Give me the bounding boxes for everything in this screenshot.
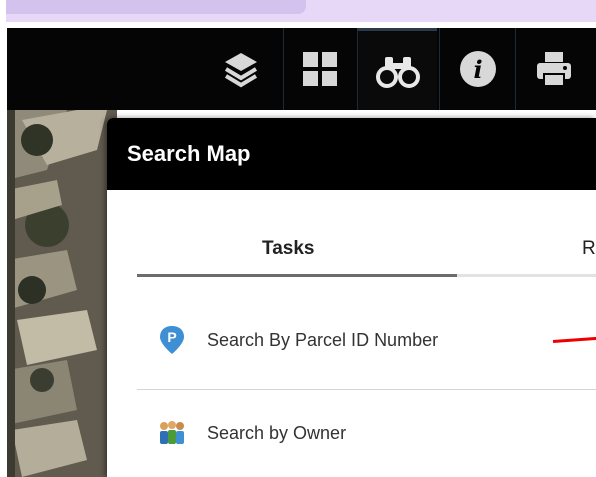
task-label: Search by Owner (207, 422, 347, 443)
print-icon (537, 52, 571, 87)
aerial-imagery (7, 110, 117, 477)
parcel-pin-icon: P (157, 325, 187, 355)
svg-text:P: P (167, 329, 176, 345)
task-search-owner[interactable]: Search by Owner (137, 404, 596, 462)
basemap-gallery-button[interactable] (283, 28, 356, 110)
layers-icon (224, 53, 258, 88)
task-label: Search By Parcel ID Number (207, 329, 439, 350)
tab-underline-active (137, 274, 457, 277)
binoculars-search-icon (375, 56, 420, 88)
svg-text:i: i (473, 55, 482, 84)
task-divider (137, 389, 596, 390)
search-map-button[interactable] (357, 28, 437, 110)
info-icon: i (460, 51, 496, 87)
basemap-gallery-icon (303, 52, 337, 86)
panel-tabs: Tasks R (107, 190, 596, 276)
aerial-map[interactable] (7, 110, 117, 477)
info-button[interactable]: i (439, 28, 516, 110)
layers-button[interactable] (205, 28, 277, 110)
search-map-panel: Search Map Tasks R P Search By Parcel ID… (107, 118, 596, 477)
lavender-tab (6, 0, 306, 14)
panel-title: Search Map (107, 118, 596, 190)
print-button[interactable] (515, 28, 592, 110)
tab-results[interactable]: R (582, 238, 596, 260)
map-toolbar: i (7, 28, 596, 110)
task-search-parcel-id[interactable]: P Search By Parcel ID Number (137, 311, 596, 369)
tab-tasks[interactable]: Tasks (262, 238, 314, 260)
owner-people-icon (157, 418, 187, 448)
browser-top-band (0, 0, 596, 28)
